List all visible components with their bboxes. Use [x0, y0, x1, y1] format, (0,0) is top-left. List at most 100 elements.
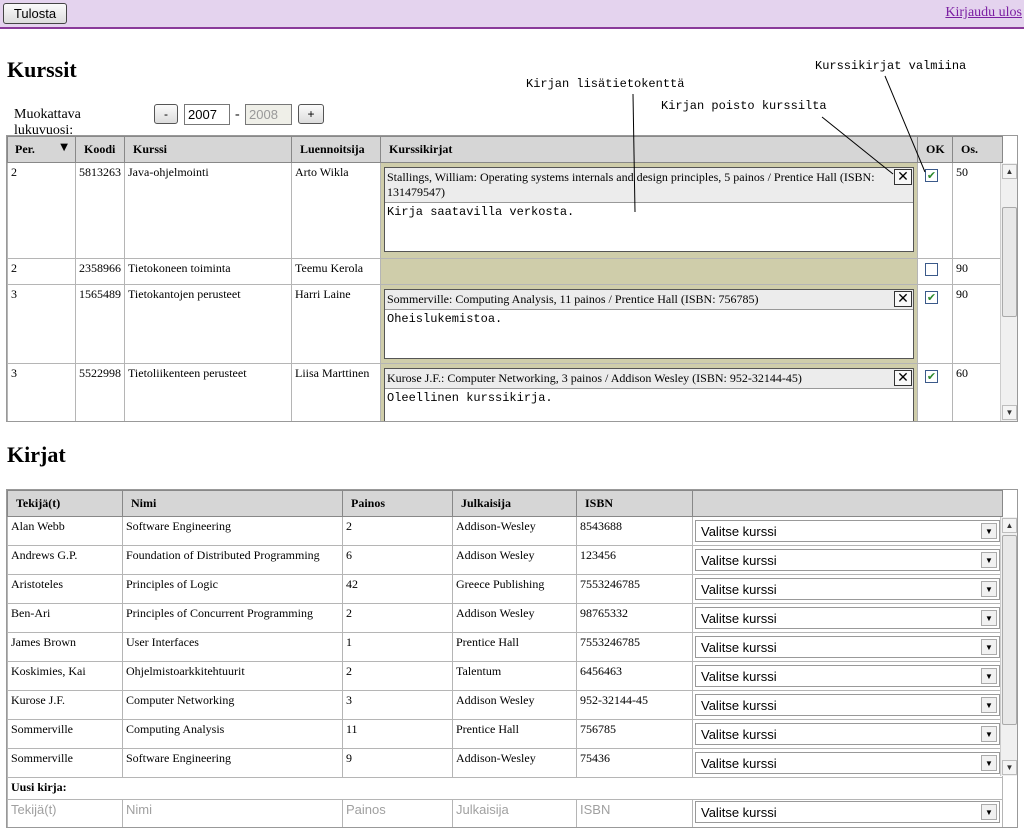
chevron-down-icon: ▼ — [981, 755, 997, 771]
table-row: Kurose J.F. Computer Networking 3 Addison W… — [7, 690, 1003, 720]
cell-publisher: Prentice Hall — [452, 632, 577, 662]
course-select[interactable]: Valitse kurssi ▼ — [695, 752, 1000, 774]
cell-os: 50 — [952, 162, 1003, 259]
logout-link[interactable]: Kirjaudu ulos — [945, 5, 1022, 21]
year-separator: - — [235, 107, 240, 122]
cell-course: Java-ohjelmointi — [124, 162, 292, 259]
book-info-field[interactable]: Oleellinen kurssikirja. — [385, 389, 913, 421]
ready-checkbox[interactable]: ✔ — [925, 291, 938, 304]
remove-book-icon[interactable]: ✕ — [894, 370, 912, 386]
remove-book-icon[interactable]: ✕ — [894, 169, 912, 185]
course-select[interactable]: Valitse kurssi ▼ — [695, 607, 1000, 629]
course-book-title: Sommerville: Computing Analysis, 11 pain… — [385, 290, 913, 310]
scroll-down-icon[interactable]: ▼ — [1002, 405, 1017, 420]
annotation-info-field: Kirjan lisätietokenttä — [526, 77, 685, 91]
remove-book-icon[interactable]: ✕ — [894, 291, 912, 307]
course-select-label: Valitse kurssi — [701, 669, 777, 684]
cell-lecturer: Teemu Kerola — [291, 258, 381, 285]
year-from-input[interactable] — [184, 104, 230, 125]
cell-course-select: Valitse kurssi ▼ — [692, 574, 1003, 604]
cell-course-select: Valitse kurssi ▼ — [692, 545, 1003, 575]
cell-books: Sommerville: Computing Analysis, 11 pain… — [380, 284, 918, 364]
col-isbn: ISBN — [576, 490, 693, 517]
courses-scrollbar[interactable]: ▲ ▼ — [1000, 163, 1017, 421]
course-select[interactable]: Valitse kurssi ▼ — [695, 723, 1000, 745]
new-name-field[interactable]: Nimi — [122, 799, 343, 827]
cell-publisher: Prentice Hall — [452, 719, 577, 749]
course-book-title: Stallings, William: Operating systems in… — [385, 168, 913, 203]
col-lecturer: Luennoitsija — [291, 136, 381, 163]
cell-name: User Interfaces — [122, 632, 343, 662]
cell-name: Software Engineering — [122, 516, 343, 546]
course-book: Kurose J.F.: Computer Networking, 3 pain… — [384, 368, 914, 421]
new-edition-field[interactable]: Painos — [342, 799, 453, 827]
cell-name: Software Engineering — [122, 748, 343, 778]
course-select-label: Valitse kurssi — [701, 640, 777, 655]
scroll-up-icon[interactable]: ▲ — [1002, 164, 1017, 179]
year-increment-button[interactable]: + — [298, 104, 324, 124]
book-info-field[interactable]: Kirja saatavilla verkosta. — [385, 203, 913, 251]
col-per[interactable]: Per. ▼ — [7, 136, 76, 163]
course-select-label: Valitse kurssi — [701, 524, 777, 539]
cell-publisher: Addison Wesley — [452, 545, 577, 575]
table-row: Andrews G.P. Foundation of Distributed Pr… — [7, 545, 1003, 575]
cell-isbn: 75436 — [576, 748, 693, 778]
table-row: Ben-Ari Principles of Concurrent Programm… — [7, 603, 1003, 633]
new-isbn-field[interactable]: ISBN — [576, 799, 693, 827]
cell-publisher: Addison-Wesley — [452, 516, 577, 546]
scroll-up-icon[interactable]: ▲ — [1002, 518, 1017, 533]
col-name: Nimi — [122, 490, 343, 517]
books-scrollbar[interactable]: ▲ ▼ — [1000, 517, 1017, 776]
scroll-thumb[interactable] — [1002, 207, 1017, 317]
course-select[interactable]: Valitse kurssi ▼ — [695, 694, 1000, 716]
cell-code: 5813263 — [75, 162, 125, 259]
ready-checkbox[interactable]: ✔ — [925, 370, 938, 383]
year-decrement-button[interactable]: - — [154, 104, 178, 124]
cell-publisher: Talentum — [452, 661, 577, 691]
col-os: Os. — [952, 136, 1003, 163]
courses-title: Kurssit — [7, 57, 77, 82]
new-author-field[interactable]: Tekijä(t) — [7, 799, 123, 827]
print-button[interactable]: Tulosta — [3, 3, 67, 24]
cell-isbn: 756785 — [576, 719, 693, 749]
course-select[interactable]: Valitse kurssi ▼ — [695, 578, 1000, 600]
col-course: Kurssi — [124, 136, 292, 163]
scroll-thumb[interactable] — [1002, 535, 1017, 725]
course-select[interactable]: Valitse kurssi ▼ — [695, 636, 1000, 658]
cell-isbn: 952-32144-45 — [576, 690, 693, 720]
ready-checkbox[interactable]: ✔ — [925, 169, 938, 182]
chevron-down-icon: ▼ — [981, 523, 997, 539]
cell-edition: 2 — [342, 661, 453, 691]
cell-course-select: Valitse kurssi ▼ — [692, 690, 1003, 720]
course-select-label: Valitse kurssi — [701, 553, 777, 568]
new-book-course-select[interactable]: Valitse kurssi ▼ — [695, 801, 1000, 823]
table-row: Sommerville Computing Analysis 11 Prentice … — [7, 719, 1003, 749]
cell-edition: 3 — [342, 690, 453, 720]
cell-course: Tietokoneen toiminta — [124, 258, 292, 285]
course-select[interactable]: Valitse kurssi ▼ — [695, 665, 1000, 687]
cell-publisher: Addison-Wesley — [452, 748, 577, 778]
cell-lecturer: Arto Wikla — [291, 162, 381, 259]
course-select[interactable]: Valitse kurssi ▼ — [695, 549, 1000, 571]
cell-publisher: Addison Wesley — [452, 690, 577, 720]
cell-publisher: Greece Publishing — [452, 574, 577, 604]
cell-author: Sommerville — [7, 748, 123, 778]
cell-course-select: Valitse kurssi ▼ — [692, 661, 1003, 691]
cell-per: 3 — [7, 284, 76, 364]
cell-course-select: Valitse kurssi ▼ — [692, 719, 1003, 749]
cell-ok: ✔ — [917, 363, 953, 421]
table-row: Aristoteles Principles of Logic 42 Greece P… — [7, 574, 1003, 604]
course-select[interactable]: Valitse kurssi ▼ — [695, 520, 1000, 542]
book-info-field[interactable]: Oheislukemistoa. — [385, 310, 913, 358]
course-select-label: Valitse kurssi — [701, 611, 777, 626]
scroll-down-icon[interactable]: ▼ — [1002, 760, 1017, 775]
col-code: Koodi — [75, 136, 125, 163]
cell-lecturer: Liisa Marttinen — [291, 363, 381, 421]
course-select-label: Valitse kurssi — [701, 582, 777, 597]
new-publisher-field[interactable]: Julkaisija — [452, 799, 577, 827]
cell-course-select: Valitse kurssi ▼ — [692, 632, 1003, 662]
cell-course-select: Valitse kurssi ▼ — [692, 603, 1003, 633]
cell-edition: 42 — [342, 574, 453, 604]
ready-checkbox[interactable] — [925, 263, 938, 276]
table-row: Sommerville Software Engineering 9 Addison-… — [7, 748, 1003, 778]
